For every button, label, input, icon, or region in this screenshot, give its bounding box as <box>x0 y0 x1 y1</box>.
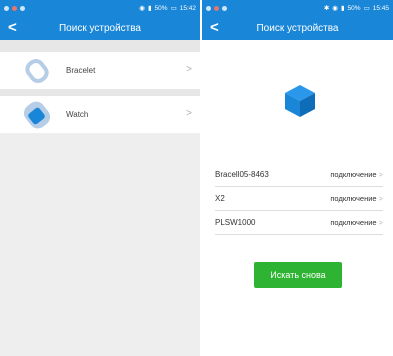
signal-icon: ▮ <box>340 5 345 12</box>
device-type-screen: ◉ ▮ 50% ▭ 15:42 < Поиск устройства Brace… <box>0 0 200 356</box>
page-title: Поиск устройства <box>256 22 339 34</box>
app-bar: < Поиск устройства <box>0 16 200 40</box>
app-bar: < Поиск устройства <box>202 16 393 40</box>
notification-icon <box>20 5 25 11</box>
wifi-icon: ◉ <box>139 5 145 12</box>
content-area: Bracelet > Watch > <box>0 40 200 356</box>
device-row[interactable]: X2 подключение > <box>215 187 383 211</box>
page-title: Поиск устройства <box>58 22 141 34</box>
status-bar: ✱ ◉ ▮ 50% ▭ 15:45 <box>202 0 393 16</box>
search-again-button[interactable]: Искать снова <box>254 262 342 288</box>
notification-icon <box>222 5 227 11</box>
connect-link[interactable]: подключение > <box>330 218 383 227</box>
connect-link[interactable]: подключение > <box>330 194 383 203</box>
signal-icon: ▮ <box>147 5 152 12</box>
watch-icon <box>23 101 51 128</box>
device-type-label: Bracelet <box>66 66 96 75</box>
status-time: 15:45 <box>372 4 389 12</box>
back-arrow-icon[interactable]: < <box>8 20 17 36</box>
bluetooth-icon: ✱ <box>323 5 330 12</box>
device-search-screen: ✱ ◉ ▮ 50% ▭ 15:45 < Поиск устройства Bra… <box>202 0 393 356</box>
bracelet-icon <box>25 58 49 83</box>
chevron-right-icon: > <box>378 170 383 179</box>
wifi-icon: ◉ <box>332 5 338 12</box>
chevron-right-icon: > <box>186 64 192 75</box>
notification-icon <box>214 5 219 11</box>
battery-percentage: 50% <box>154 4 168 12</box>
device-name: X2 <box>215 194 225 203</box>
device-name: PLSW1000 <box>215 218 256 227</box>
battery-icon: ▭ <box>170 5 177 12</box>
status-bar: ◉ ▮ 50% ▭ 15:42 <box>0 0 200 16</box>
device-row[interactable]: Bracell05-8463 подключение > <box>215 163 383 187</box>
battery-percentage: 50% <box>347 4 361 12</box>
chevron-right-icon: > <box>378 194 383 203</box>
device-type-item-watch[interactable]: Watch > <box>0 96 200 133</box>
device-name: Bracell05-8463 <box>215 170 269 179</box>
notification-icon <box>206 5 211 11</box>
connect-link[interactable]: подключение > <box>330 170 383 179</box>
chevron-right-icon: > <box>378 218 383 227</box>
device-type-item-bracelet[interactable]: Bracelet > <box>0 52 200 89</box>
status-time: 15:42 <box>179 4 196 12</box>
back-arrow-icon[interactable]: < <box>210 20 219 36</box>
found-devices-list: Bracell05-8463 подключение > X2 подключен… <box>215 163 383 235</box>
notification-icon <box>12 5 17 11</box>
notification-icon <box>4 5 9 11</box>
chevron-right-icon: > <box>186 108 192 119</box>
device-row[interactable]: PLSW1000 подключение > <box>215 211 383 235</box>
device-type-label: Watch <box>66 110 89 119</box>
battery-icon: ▭ <box>363 5 370 12</box>
cube-icon <box>285 85 315 117</box>
